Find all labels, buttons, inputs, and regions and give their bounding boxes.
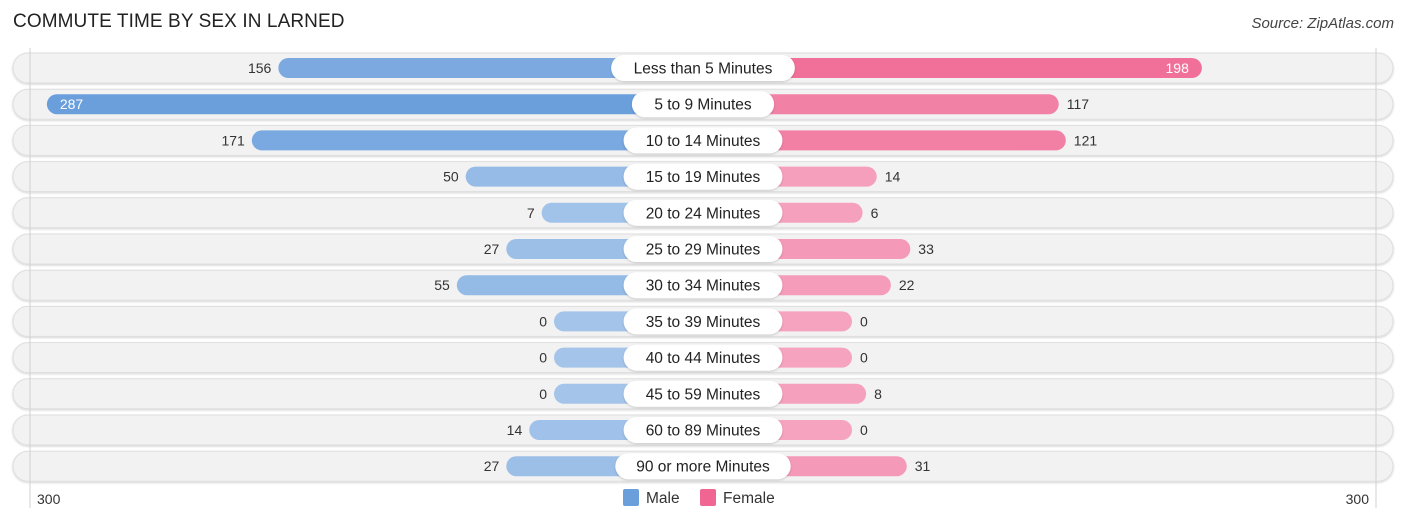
legend-label-female: Female [723,490,775,507]
category-label: 20 to 24 Minutes [646,205,761,222]
value-label-male: 50 [443,169,459,185]
legend-swatch-male [623,489,639,506]
category-label: 60 to 89 Minutes [646,423,761,440]
value-label-female: 0 [860,422,868,438]
value-label-female: 14 [885,169,901,185]
value-label-male: 55 [434,277,450,293]
legend-label-male: Male [646,490,680,507]
legend-swatch-female [700,489,716,506]
category-label: 90 or more Minutes [636,459,770,476]
bar-row: 0 0 35 to 39 Minutes [12,305,1394,337]
value-label-female: 31 [915,458,931,474]
bar-row: 27 33 25 to 29 Minutes [12,233,1394,265]
value-label-male: 287 [60,96,84,112]
category-label: 15 to 19 Minutes [646,169,761,186]
bar-row: 50 14 15 to 19 Minutes [12,161,1394,193]
bar-row: 55 22 30 to 34 Minutes [12,269,1394,301]
value-label-female: 0 [860,313,868,329]
bar-row: 7 6 20 to 24 Minutes [12,197,1394,229]
bar-row: 171 121 10 to 14 Minutes [12,124,1394,156]
axis-label-right: 300 [1346,491,1370,507]
value-label-female: 22 [899,277,915,293]
chart: 156 198 Less than 5 Minutes 287 117 5 to 9 Mi… [12,48,1394,508]
value-label-male: 27 [484,241,500,257]
bar-row: 287 117 5 to 9 Minutes [12,88,1394,120]
category-label: 10 to 14 Minutes [646,133,761,150]
legend: Male Female [623,489,775,507]
value-label-female: 6 [871,205,879,221]
category-label: Less than 5 Minutes [634,61,773,78]
bar-male [46,94,704,115]
value-label-male: 0 [539,313,547,329]
category-label: 45 to 59 Minutes [646,386,761,403]
value-label-female: 198 [1166,60,1190,76]
category-label: 25 to 29 Minutes [646,242,761,259]
value-label-male: 27 [484,458,500,474]
category-label: 5 to 9 Minutes [654,97,752,114]
bar-row: 14 0 60 to 89 Minutes [12,414,1394,446]
value-label-female: 8 [874,386,882,402]
value-label-male: 14 [507,422,523,438]
value-label-female: 117 [1067,96,1090,112]
bar-row: 27 31 90 or more Minutes [12,450,1394,482]
bar-row: 156 198 Less than 5 Minutes [12,52,1394,84]
value-label-female: 0 [860,350,868,366]
category-label: 35 to 39 Minutes [646,314,761,331]
value-label-female: 121 [1074,132,1098,148]
value-label-male: 0 [539,350,547,366]
value-label-female: 33 [918,241,934,257]
value-label-male: 171 [221,132,245,148]
category-label: 30 to 34 Minutes [646,278,761,295]
axis-label-left: 300 [37,491,61,507]
value-label-male: 0 [539,386,547,402]
value-label-male: 7 [527,205,535,221]
bar-row: 0 0 40 to 44 Minutes [12,342,1394,374]
category-label: 40 to 44 Minutes [646,350,761,367]
value-label-male: 156 [248,60,272,76]
bar-row: 0 8 45 to 59 Minutes [12,378,1394,410]
